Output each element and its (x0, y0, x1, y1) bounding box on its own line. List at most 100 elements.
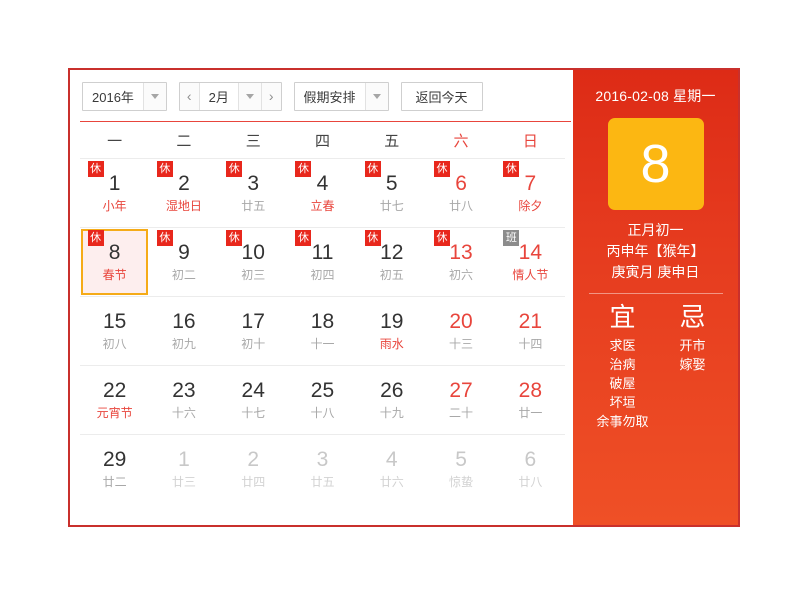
day-number: 27 (449, 379, 473, 402)
day-sublabel: 廿三 (171, 475, 196, 489)
day-sublabel: 初二 (171, 268, 196, 282)
day-cell[interactable]: 休 4 立春 (289, 160, 356, 226)
day-number: 23 (172, 379, 196, 402)
day-cell[interactable]: 19 雨水 (358, 298, 425, 364)
week-row: 22 元宵节 23 十六 24 十七 25 十八 26 十九 27 二十 28 廿一 (80, 365, 565, 434)
return-to-today-button[interactable]: 返回今天 (400, 81, 483, 111)
chevron-down-icon (150, 93, 159, 99)
day-cell[interactable]: 17 初十 (220, 298, 287, 364)
day-cell[interactable]: 22 元宵节 (81, 367, 148, 433)
day-cell[interactable]: 1 廿三 (150, 436, 217, 502)
day-cell[interactable]: 休 6 廿八 (427, 160, 494, 226)
day-cell[interactable]: 3 廿五 (289, 436, 356, 502)
day-cell[interactable]: 26 十九 (358, 367, 425, 433)
day-cell[interactable]: 27 二十 (427, 367, 494, 433)
good-item: 治病 (609, 357, 636, 372)
day-sublabel: 十三 (449, 337, 474, 351)
day-number: 4 (385, 448, 398, 471)
day-number: 1 (178, 448, 190, 471)
day-number: 18 (310, 310, 335, 333)
year-value[interactable]: 2016年 (83, 82, 143, 110)
day-cell[interactable]: 休 8 春节 (81, 229, 149, 295)
day-cell[interactable]: 24 十七 (220, 367, 287, 433)
day-number: 20 (449, 310, 473, 333)
day-cell[interactable]: 休 3 廿五 (220, 160, 287, 226)
month-dropdown-button[interactable] (237, 82, 261, 110)
day-cell[interactable]: 休 2 湿地日 (150, 160, 217, 226)
day-number: 3 (316, 448, 329, 471)
day-cell[interactable]: 21 十四 (497, 298, 564, 364)
day-sublabel: 立春 (310, 199, 335, 213)
day-sublabel: 廿一 (518, 406, 543, 420)
day-cell[interactable]: 4 廿六 (358, 436, 425, 502)
prev-month-button[interactable]: ‹ (179, 82, 200, 110)
day-cell[interactable]: 20 十三 (427, 298, 494, 364)
day-sublabel: 十一 (310, 337, 335, 351)
day-cell[interactable]: 5 惊蛰 (427, 436, 494, 502)
restday-badge: 休 (226, 230, 243, 246)
day-number: 9 (178, 241, 190, 264)
day-sublabel: 惊蛰 (449, 475, 474, 489)
day-number: 22 (102, 379, 127, 402)
day-sublabel: 湿地日 (165, 199, 202, 213)
holiday-arrangement-value[interactable]: 假期安排 (294, 82, 365, 110)
restday-badge: 休 (226, 161, 243, 177)
day-cell[interactable]: 25 十八 (289, 367, 356, 433)
weekday-6: 日 (522, 132, 538, 150)
day-cell[interactable]: 休 11 初四 (289, 229, 356, 295)
day-number: 2 (247, 448, 260, 471)
bad-title: 忌 (679, 302, 706, 332)
day-sublabel: 廿二 (102, 475, 127, 489)
day-cell[interactable]: 休 1 小年 (81, 160, 148, 226)
holiday-arrangement-selector[interactable]: 假期安排 (293, 81, 389, 111)
day-cell[interactable]: 28 廿一 (497, 367, 564, 433)
day-number: 28 (518, 379, 542, 402)
day-cell[interactable]: 休 10 初三 (220, 229, 287, 295)
day-cell[interactable]: 休 12 初五 (358, 229, 425, 295)
calendar-main: 2016年 ‹ 2月 › 假期安排 返回今天 一二三四 五 六 日 休 1 小年… (70, 70, 573, 525)
lunar-year: 丙申年【猴年】 (606, 243, 705, 259)
day-sublabel: 初五 (379, 268, 404, 282)
day-cell[interactable]: 15 初八 (81, 298, 148, 364)
day-cell[interactable]: 29 廿二 (81, 436, 148, 502)
restday-badge: 休 (434, 230, 451, 246)
week-row: 休 1 小年休 2 湿地日休 3 廿五休 4 立春休 5 廿七休 6 廿八休 7 除夕 (80, 158, 565, 227)
day-number: 11 (311, 241, 334, 264)
day-detail-panel: 2016-02-08 星期一 8 正月初一 丙申年【猴年】 庚寅月 庚申日 宜 … (573, 70, 738, 525)
year-selector[interactable]: 2016年 (82, 81, 167, 111)
day-number: 8 (108, 241, 121, 264)
next-month-button[interactable]: › (260, 82, 281, 110)
detail-date-line: 2016-02-08 星期一 (595, 88, 716, 104)
day-cell[interactable]: 16 初九 (150, 298, 217, 364)
weekday-3: 四 (314, 132, 330, 150)
restday-badge: 休 (87, 161, 104, 177)
month-value[interactable]: 2月 (199, 82, 238, 110)
day-cell[interactable]: 休 7 除夕 (497, 160, 564, 226)
day-number: 6 (524, 448, 537, 471)
day-cell[interactable]: 18 十一 (289, 298, 356, 364)
day-sublabel: 十四 (518, 337, 543, 351)
good-title: 宜 (609, 302, 636, 332)
day-number: 10 (241, 241, 265, 264)
good-item: 破屋 (609, 376, 636, 391)
day-sublabel: 廿四 (241, 475, 266, 489)
day-cell[interactable]: 休 13 初六 (427, 229, 494, 295)
weekday-4: 五 (384, 132, 400, 150)
holiday-dropdown-button[interactable] (364, 82, 388, 110)
day-sublabel: 除夕 (518, 199, 543, 213)
restday-badge: 休 (156, 161, 173, 177)
day-cell[interactable]: 23 十六 (150, 367, 217, 433)
day-number: 29 (102, 448, 127, 471)
day-sublabel: 初三 (241, 268, 266, 282)
day-cell[interactable]: 班 14 情人节 (497, 229, 564, 295)
year-dropdown-button[interactable] (142, 82, 166, 110)
day-sublabel: 雨水 (379, 337, 404, 351)
day-cell[interactable]: 2 廿四 (220, 436, 287, 502)
restday-badge: 休 (503, 161, 520, 177)
day-cell[interactable]: 休 5 廿七 (358, 160, 425, 226)
day-number: 24 (241, 379, 265, 402)
month-selector[interactable]: ‹ 2月 › (178, 81, 282, 111)
day-cell[interactable]: 6 廿八 (497, 436, 564, 502)
day-sublabel: 初四 (310, 268, 335, 282)
day-cell[interactable]: 休 9 初二 (150, 229, 217, 295)
